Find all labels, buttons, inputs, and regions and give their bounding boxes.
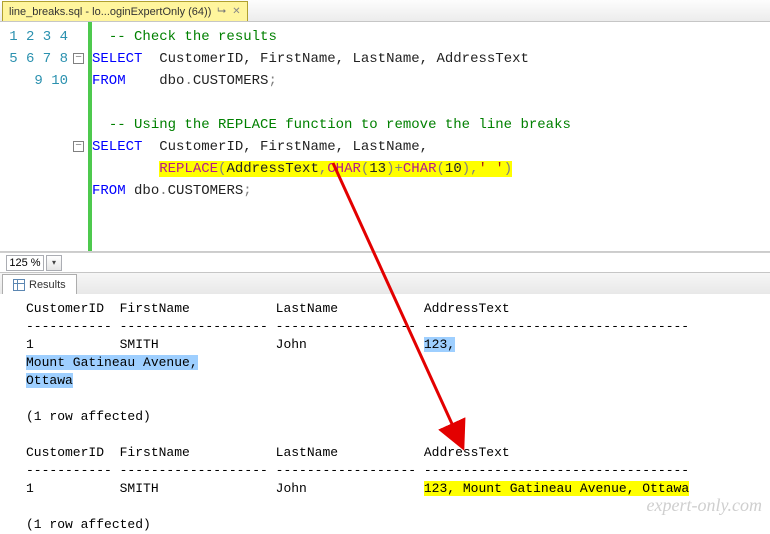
results-pane[interactable]: CustomerID FirstName LastName AddressTex… — [0, 294, 770, 520]
grid-icon — [13, 279, 25, 291]
results-tab[interactable]: Results — [2, 274, 77, 294]
results-tab-strip: Results — [0, 272, 770, 294]
table-row: 1 SMITH John 123, — [26, 337, 455, 352]
fold-gutter: − − — [72, 22, 88, 251]
rows-affected: (1 row affected) — [26, 517, 151, 532]
code-editor[interactable]: 1 2 3 4 5 6 7 8 9 10 − − -- Check the re… — [0, 22, 770, 252]
watermark: expert-only.com — [647, 495, 762, 516]
table-row: 1 SMITH John 123, Mount Gatineau Avenue,… — [26, 481, 689, 496]
tab-title: line_breaks.sql - lo...oginExpertOnly (6… — [9, 6, 211, 18]
address-multiline: 123, — [424, 337, 455, 352]
zoom-dropdown-button[interactable]: ▾ — [46, 255, 62, 271]
results-divider: ----------- ------------------- --------… — [26, 319, 689, 334]
fold-toggle[interactable]: − — [73, 141, 84, 152]
address-single-line: 123, Mount Gatineau Avenue, Ottawa — [424, 481, 689, 496]
tab-strip: line_breaks.sql - lo...oginExpertOnly (6… — [0, 0, 770, 22]
rows-affected: (1 row affected) — [26, 409, 151, 424]
fold-toggle[interactable]: − — [73, 53, 84, 64]
highlighted-replace: REPLACE(AddressText,CHAR(13)+CHAR(10),' … — [159, 161, 512, 177]
close-icon[interactable]: ✕ — [232, 6, 240, 17]
code-area[interactable]: -- Check the results SELECT CustomerID, … — [88, 22, 770, 251]
editor-tab[interactable]: line_breaks.sql - lo...oginExpertOnly (6… — [2, 1, 248, 21]
zoom-bar: ▾ — [0, 252, 770, 272]
line-number-gutter: 1 2 3 4 5 6 7 8 9 10 — [0, 22, 72, 251]
results-tab-label: Results — [29, 279, 66, 291]
results-header: CustomerID FirstName LastName AddressTex… — [26, 445, 510, 460]
pin-icon[interactable]: ⮡ — [217, 5, 226, 18]
results-divider: ----------- ------------------- --------… — [26, 463, 689, 478]
zoom-input[interactable] — [6, 255, 44, 271]
address-multiline: Mount Gatineau Avenue, — [26, 355, 198, 370]
address-multiline: Ottawa — [26, 373, 73, 388]
results-header: CustomerID FirstName LastName AddressTex… — [26, 301, 510, 316]
